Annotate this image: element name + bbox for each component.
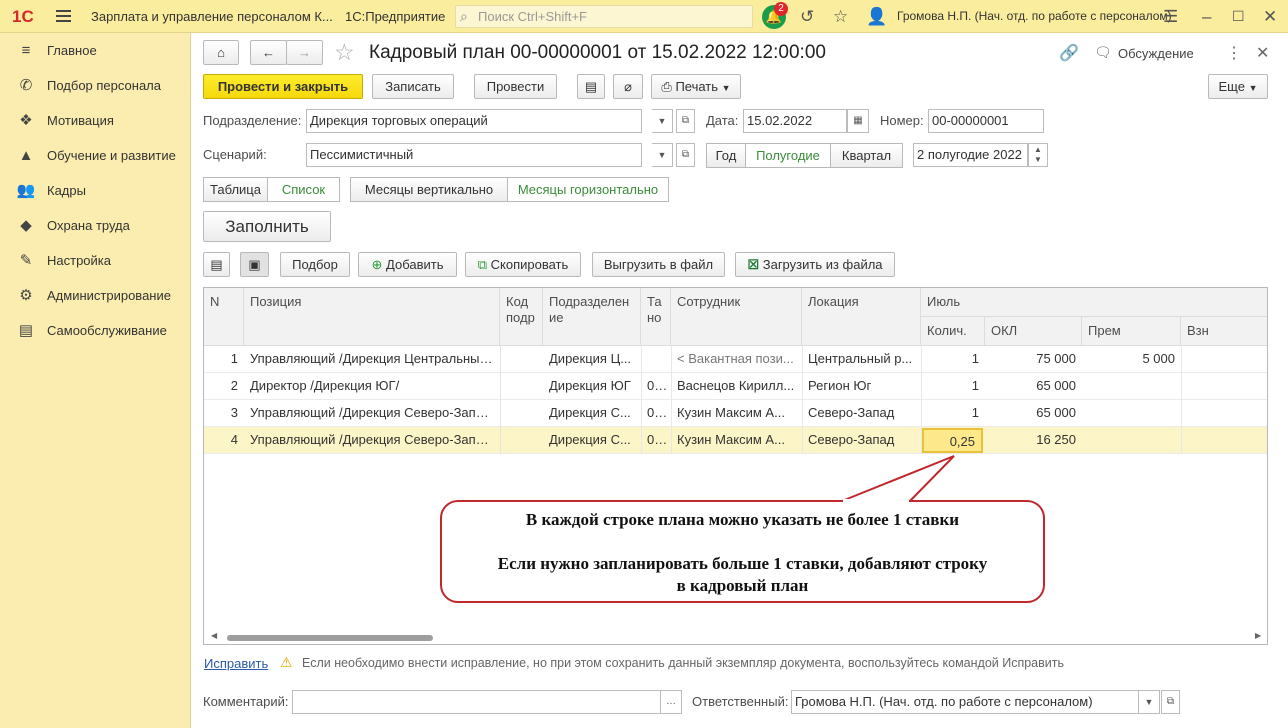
callout-line-3: в кадровый план (676, 576, 809, 595)
callout-pointer (841, 455, 955, 502)
callout-line-1: В каждой строке плана можно указать не б… (525, 510, 960, 529)
callout-line-2: Если нужно запланировать больше 1 ставки… (497, 554, 988, 573)
callout-note: В каждой строке плана можно указать не б… (440, 500, 1045, 603)
callout-pointer-join (843, 499, 909, 503)
